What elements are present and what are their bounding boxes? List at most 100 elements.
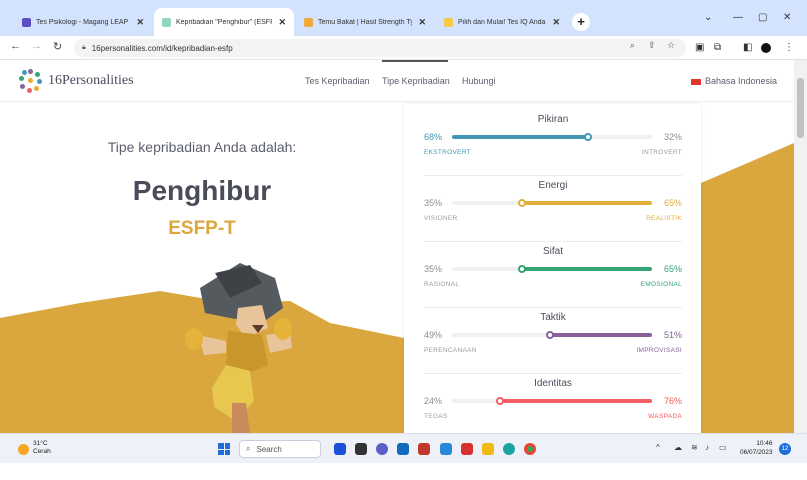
lock-icon: 🔒︎ bbox=[82, 44, 86, 51]
mail-icon[interactable] bbox=[397, 443, 409, 455]
close-window-icon[interactable]: ✕ bbox=[783, 12, 791, 23]
trait-bar-marker bbox=[518, 265, 526, 273]
close-tab-icon[interactable]: ✕ bbox=[418, 17, 426, 28]
tray-chevron-icon[interactable]: ^ bbox=[656, 443, 660, 452]
task-view-icon[interactable] bbox=[355, 443, 367, 455]
security-icon[interactable] bbox=[461, 443, 473, 455]
trait-bar bbox=[452, 133, 652, 141]
tab-favicon-icon bbox=[304, 17, 313, 27]
trait-name: Taktik bbox=[540, 312, 566, 323]
close-tab-icon[interactable]: ✕ bbox=[552, 17, 560, 28]
tab-search-icon[interactable]: ⌄ bbox=[704, 12, 712, 23]
trait-right-label: REALISTIK bbox=[646, 215, 682, 222]
trait-row: Taktik 49% 51% PERENCANAAN IMPROVISASI bbox=[424, 312, 682, 376]
screen: Tes Psikologi - Magang LEAP E ✕ Kepribad… bbox=[0, 0, 807, 480]
trait-left-percent: 35% bbox=[424, 264, 443, 274]
taskbar-app-icon[interactable] bbox=[334, 443, 346, 455]
reload-icon[interactable]: ↻ bbox=[53, 40, 62, 53]
personality-type-name: Penghibur bbox=[132, 175, 272, 206]
page-scrollbar[interactable] bbox=[794, 60, 807, 433]
hero-subtitle: Tipe kepribadian Anda adalah: bbox=[107, 139, 297, 155]
game-icon[interactable] bbox=[418, 443, 430, 455]
trait-bar bbox=[452, 331, 652, 339]
trait-left-label: EKSTROVERT bbox=[424, 149, 471, 156]
forward-icon[interactable]: → bbox=[31, 40, 42, 52]
tab-favicon-icon bbox=[22, 17, 31, 27]
minimize-icon[interactable]: — bbox=[733, 12, 743, 23]
tab-kepribadian[interactable]: Kepribadian "Penghibur" (ESFP ✕ bbox=[154, 8, 294, 36]
trait-right-label: WASPADA bbox=[648, 413, 682, 420]
active-nav-indicator bbox=[382, 60, 448, 62]
linkedin-icon[interactable] bbox=[440, 443, 452, 455]
weather-widget[interactable]: 31°C Cerah bbox=[33, 440, 51, 456]
battery-icon[interactable]: ▭ bbox=[719, 443, 727, 452]
onedrive-icon[interactable]: ☁ bbox=[674, 443, 682, 452]
trait-right-label: INTROVERT bbox=[641, 149, 682, 156]
wifi-icon[interactable]: ≋ bbox=[691, 443, 698, 452]
tab-tes-iq[interactable]: Pilih dan Mulai! Tes IQ Anda de ✕ bbox=[436, 8, 568, 36]
site-logo-text[interactable]: 16Personalities bbox=[48, 73, 134, 89]
browser-tab-strip: Tes Psikologi - Magang LEAP E ✕ Kepribad… bbox=[0, 0, 807, 36]
menu-kebab-icon[interactable]: ⋮ bbox=[784, 42, 794, 53]
close-tab-icon[interactable]: ✕ bbox=[278, 17, 286, 28]
scrollbar-thumb[interactable] bbox=[797, 78, 804, 138]
tab-tes-psikologi[interactable]: Tes Psikologi - Magang LEAP E ✕ bbox=[14, 8, 152, 36]
nav-hubungi[interactable]: Hubungi bbox=[462, 76, 496, 86]
chat-icon[interactable] bbox=[376, 443, 388, 455]
file-explorer-icon[interactable] bbox=[482, 443, 494, 455]
notification-badge[interactable]: 12 bbox=[779, 443, 791, 455]
personality-type-code: ESFP-T bbox=[168, 218, 236, 239]
back-icon[interactable]: ← bbox=[10, 40, 21, 52]
trait-bar-marker bbox=[584, 133, 592, 141]
trait-bar-fill bbox=[522, 267, 652, 271]
puzzle-icon[interactable]: ⧉ bbox=[714, 42, 721, 53]
nav-tipe-kepribadian[interactable]: Tipe Kepribadian bbox=[382, 76, 450, 86]
tab-title: Pilih dan Mulai! Tes IQ Anda de bbox=[458, 18, 547, 26]
sidepanel-icon[interactable]: ◧ bbox=[743, 42, 752, 53]
profile-avatar[interactable] bbox=[761, 43, 771, 53]
trait-bar-fill bbox=[500, 399, 652, 403]
close-tab-icon[interactable]: ✕ bbox=[136, 17, 144, 28]
trait-left-percent: 35% bbox=[424, 198, 443, 208]
chrome-browser-icon[interactable] bbox=[524, 443, 536, 455]
search-placeholder: Search bbox=[256, 444, 282, 454]
edge-browser-icon[interactable] bbox=[503, 443, 515, 455]
trait-right-percent: 51% bbox=[663, 330, 682, 340]
system-clock[interactable]: 10:46 06/07/2023 bbox=[740, 439, 773, 457]
weather-sun-icon[interactable] bbox=[18, 444, 29, 455]
trait-name: Identitas bbox=[534, 378, 572, 389]
logo-icon[interactable] bbox=[18, 68, 42, 93]
zoom-icon[interactable]: ⌕ bbox=[630, 40, 635, 51]
trait-bar bbox=[452, 265, 652, 273]
tab-favicon-icon bbox=[444, 17, 453, 27]
trait-bar-fill bbox=[452, 135, 588, 139]
trait-divider bbox=[424, 307, 682, 308]
trait-row: Pikiran 68% 32% EKSTROVERT INTROVERT bbox=[424, 114, 682, 178]
search-icon: ⌕ bbox=[246, 444, 251, 453]
share-icon[interactable]: ⇪ bbox=[648, 40, 656, 51]
new-tab-button[interactable]: + bbox=[572, 13, 590, 31]
maximize-icon[interactable]: ▢ bbox=[758, 12, 767, 23]
language-selector[interactable]: Bahasa Indonesia bbox=[705, 76, 777, 86]
extension-icon[interactable]: ▣ bbox=[695, 42, 704, 53]
trait-right-percent: 65% bbox=[663, 264, 682, 274]
trait-bar-marker bbox=[546, 331, 554, 339]
trait-left-label: TEGAS bbox=[424, 413, 448, 420]
trait-name: Pikiran bbox=[537, 114, 569, 125]
address-bar-row: ← → ↻ 🔒︎ 16personalities.com/id/kepribad… bbox=[0, 36, 807, 60]
trait-name: Energi bbox=[538, 180, 568, 191]
volume-icon[interactable]: ♪ bbox=[705, 443, 709, 452]
bottom-margin bbox=[0, 463, 807, 480]
bookmark-star-icon[interactable]: ☆ bbox=[667, 40, 675, 51]
traits-card: Pikiran 68% 32% EKSTROVERT INTROVERT Energi 35… bbox=[404, 104, 701, 433]
tab-favicon-icon bbox=[162, 17, 171, 27]
trait-bar-marker bbox=[496, 397, 504, 405]
url-field[interactable]: 🔒︎ 16personalities.com/id/kepribadian-es… bbox=[74, 39, 686, 57]
windows-start-icon[interactable] bbox=[218, 443, 230, 455]
tab-temu-bakat[interactable]: Temu Bakat | Hasil Strength Typ ✕ bbox=[296, 8, 434, 36]
trait-bar-fill bbox=[522, 201, 652, 205]
trait-row: Sifat 35% 65% RASIONAL EMOSIONAL bbox=[424, 246, 682, 310]
trait-bar-fill bbox=[550, 333, 652, 337]
taskbar-search[interactable]: ⌕ Search bbox=[239, 440, 321, 458]
nav-tes-kepribadian[interactable]: Tes Kepribadian bbox=[305, 76, 370, 86]
